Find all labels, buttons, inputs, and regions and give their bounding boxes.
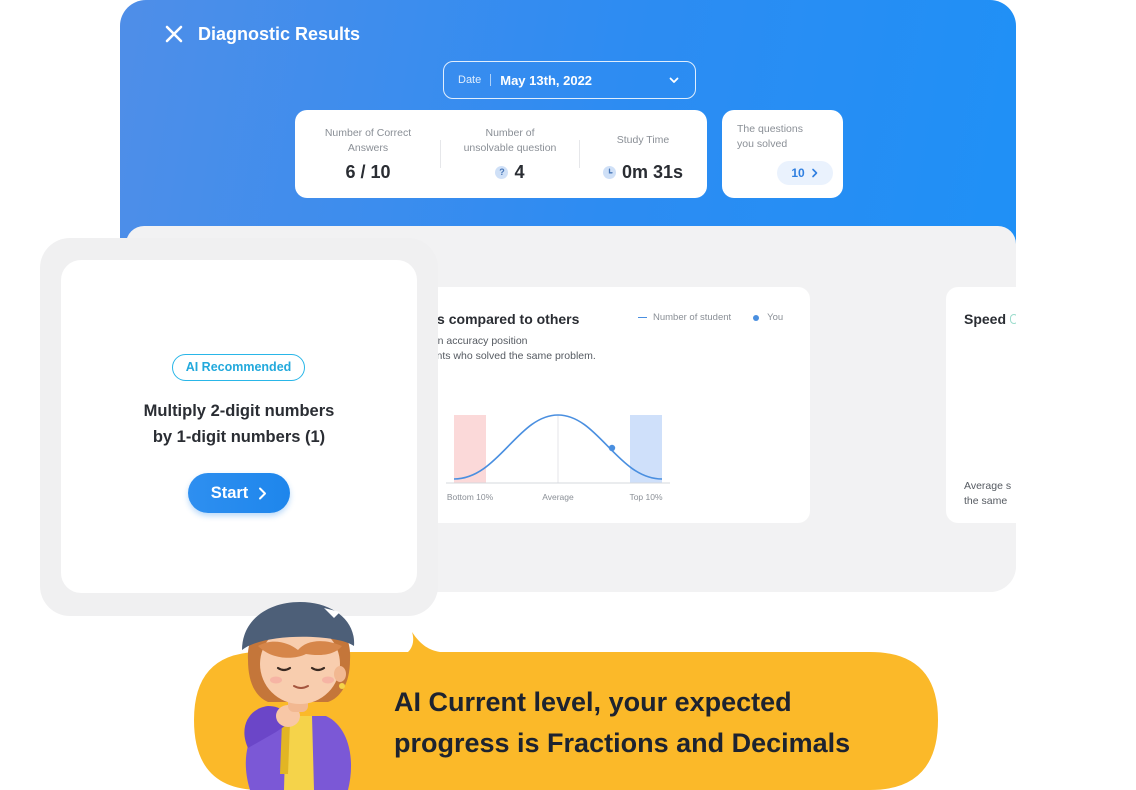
date-select[interactable]: Date May 13th, 2022 <box>443 61 696 99</box>
average-label: Average <box>542 492 574 502</box>
start-label: Start <box>210 483 249 502</box>
speed-description-line: the same <box>964 495 1008 507</box>
start-button[interactable]: Start <box>188 473 290 513</box>
you-marker <box>608 444 616 452</box>
stat-label: Study Time <box>616 134 670 146</box>
solved-label: The questions you solved <box>737 122 837 152</box>
speed-description-line: Average s <box>964 480 1012 492</box>
recommendation-title-line: Multiply 2-digit numbers <box>143 402 335 420</box>
date-value: May 13th, 2022 <box>500 72 593 88</box>
unsolvable-count: 4 <box>514 162 525 182</box>
speed-card: Speed Average s the same <box>946 287 1016 523</box>
speed-description: Average s the same <box>964 479 1016 509</box>
solved-count: 10 <box>791 166 805 180</box>
clock-icon <box>602 165 616 179</box>
study-time-value: 0m 31s <box>621 162 684 182</box>
chevron-right-icon <box>259 487 267 499</box>
date-label: Date <box>458 74 482 86</box>
speed-icon <box>1010 314 1016 324</box>
ai-recommended-badge: AI Recommended <box>172 354 305 381</box>
stat-value: 0m 31s <box>579 160 707 184</box>
chevron-right-icon <box>811 168 817 178</box>
accuracy-distribution-chart: Bottom 10% Average Top 10% <box>446 414 670 502</box>
recommendation-title: Multiply 2-digit numbers by 1-digit numb… <box>61 398 417 450</box>
speech-bubble-line: progress is Fractions and Decimals <box>394 728 851 758</box>
stat-unsolvable: Number of unsolvable question ? 4 <box>441 110 579 198</box>
recommendation-title-line: by 1-digit numbers (1) <box>152 428 326 446</box>
mascot-illustration <box>228 598 368 790</box>
legend-students-label: Number of student <box>653 312 732 323</box>
stat-correct-answers: Number of Correct Answers 6 / 10 <box>295 110 441 198</box>
chevron-down-icon <box>669 77 679 83</box>
legend-dot-icon <box>753 314 760 321</box>
solved-label-line: you solved <box>737 138 788 150</box>
recommendation-card: AI Recommended Multiply 2-digit numbers … <box>61 260 417 593</box>
stat-label: Number of <box>485 127 535 139</box>
speed-title: Speed <box>964 311 1007 327</box>
correct-count: 6 / 10 <box>345 162 391 182</box>
close-button[interactable] <box>162 22 186 46</box>
legend-you-label: You <box>767 312 784 323</box>
stat-study-time: Study Time 0m 31s <box>579 110 707 198</box>
speech-bubble-line: AI Current level, your expected <box>394 687 792 717</box>
legend-line-icon <box>638 316 647 319</box>
results-header: Diagnostic Results Date May 13th, 2022 N… <box>120 0 1016 250</box>
speech-bubble-text: AI Current level, your expected progress… <box>394 682 914 764</box>
question-icon: ? <box>495 165 509 179</box>
top-10-band <box>630 415 662 483</box>
stat-label: Answers <box>347 142 389 154</box>
stats-card: Number of Correct Answers 6 / 10 Number … <box>295 110 707 198</box>
questions-solved-button[interactable]: 10 <box>777 161 833 185</box>
top-10-label: Top 10% <box>629 492 663 502</box>
accuracy-legend: Number of student You <box>638 312 783 323</box>
stat-value: ? 4 <box>441 160 579 184</box>
stat-label: Number of Correct <box>324 127 412 139</box>
solved-label-line: The questions <box>737 123 803 135</box>
date-separator <box>490 74 492 86</box>
close-icon <box>165 25 183 43</box>
questions-solved-card: The questions you solved 10 <box>722 110 843 198</box>
stat-value: 6 / 10 <box>295 160 441 184</box>
page-title: Diagnostic Results <box>198 24 361 44</box>
stat-label: unsolvable question <box>463 142 557 154</box>
bottom-10-band <box>454 415 486 483</box>
bottom-10-label: Bottom 10% <box>447 492 494 502</box>
